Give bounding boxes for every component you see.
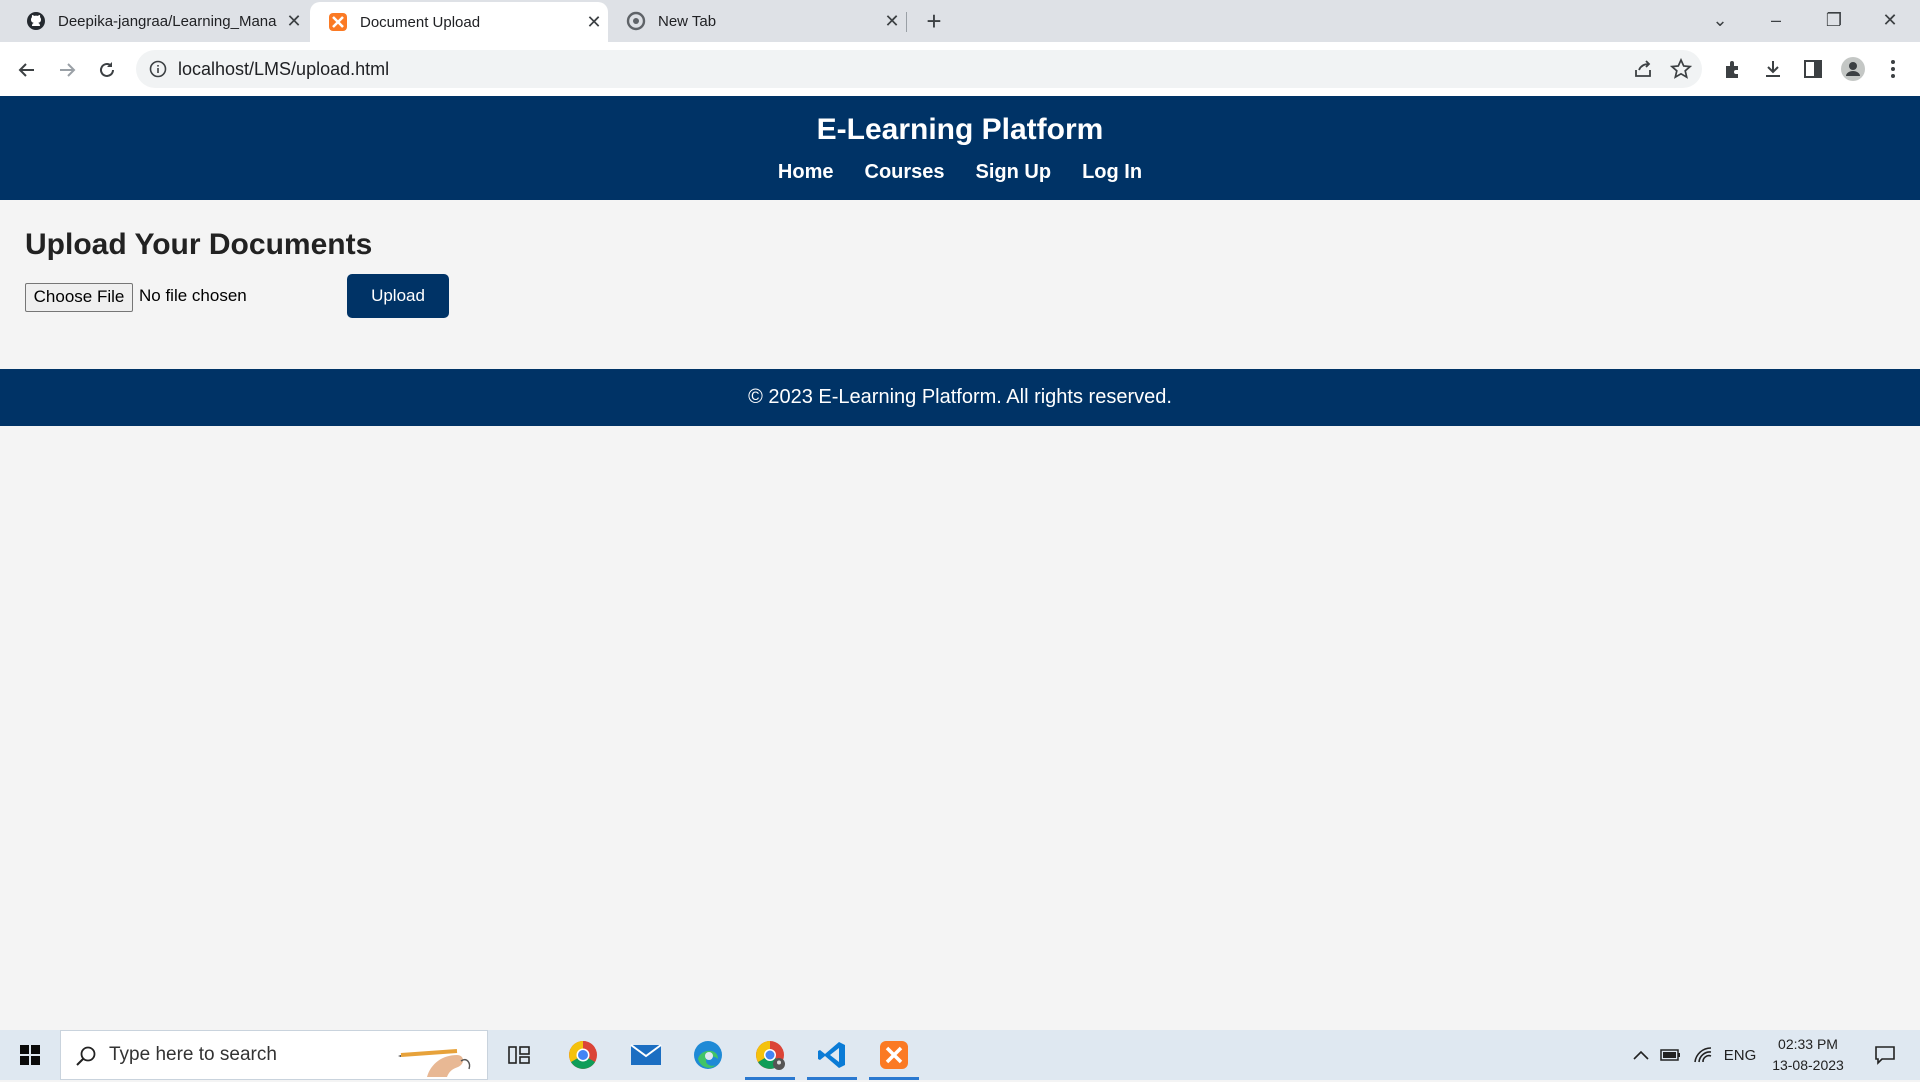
file-status-text: No file chosen <box>139 286 247 305</box>
address-bar[interactable]: localhost/LMS/upload.html <box>136 50 1702 88</box>
footer-text: © 2023 E-Learning Platform. All rights r… <box>748 386 1172 408</box>
wifi-icon[interactable] <box>1690 1030 1716 1080</box>
page-heading: Upload Your Documents <box>25 228 373 261</box>
tab-github[interactable]: Deepika-jangraa/Learning_Mana ✕ <box>8 0 308 42</box>
reload-icon[interactable] <box>91 54 123 86</box>
upload-section: Upload Your Documents Choose File No fil… <box>25 228 449 318</box>
nav-login-link[interactable]: Log In <box>1082 161 1142 184</box>
site-title: E-Learning Platform <box>816 113 1104 146</box>
close-tab-icon[interactable]: ✕ <box>580 12 608 33</box>
vscode-icon[interactable] <box>803 1030 861 1080</box>
mail-icon[interactable] <box>617 1030 675 1080</box>
edge-icon[interactable] <box>679 1030 737 1080</box>
site-nav: Home Courses Sign Up Log In <box>0 161 1920 184</box>
taskbar-search-box[interactable]: Type here to search <box>60 1030 488 1080</box>
share-icon[interactable] <box>1632 58 1654 80</box>
tab-document-upload[interactable]: Document Upload ✕ <box>310 2 608 42</box>
upload-form: Choose File No file chosen Upload <box>25 274 625 320</box>
back-icon[interactable] <box>11 54 43 86</box>
clock-time: 02:33 PM <box>1778 1036 1838 1052</box>
close-tab-icon[interactable]: ✕ <box>878 11 906 32</box>
windows-start-icon[interactable] <box>0 1030 60 1080</box>
tab-separator <box>906 12 907 32</box>
tab-new-tab[interactable]: New Tab ✕ <box>608 0 906 42</box>
clock-date: 13-08-2023 <box>1772 1057 1844 1073</box>
task-view-icon[interactable] <box>490 1030 548 1080</box>
bookmark-star-icon[interactable] <box>1669 57 1693 80</box>
language-indicator[interactable]: ENG <box>1722 1030 1758 1080</box>
xampp-icon <box>328 12 348 32</box>
github-icon <box>26 11 46 31</box>
side-panel-icon[interactable] <box>1800 56 1826 82</box>
minimize-icon[interactable]: – <box>1748 0 1804 42</box>
browser-toolbar: localhost/LMS/upload.html <box>0 42 1920 97</box>
restore-icon[interactable]: ❐ <box>1806 0 1862 42</box>
nav-signup-link[interactable]: Sign Up <box>976 161 1052 184</box>
tab-title: Deepika-jangraa/Learning_Mana <box>58 12 277 30</box>
search-highlight-pencil-icon <box>397 1035 481 1077</box>
url-text: localhost/LMS/upload.html <box>178 59 390 79</box>
tab-title: New Tab <box>658 12 717 30</box>
site-footer: © 2023 E-Learning Platform. All rights r… <box>0 369 1920 426</box>
close-tab-icon[interactable]: ✕ <box>280 11 308 32</box>
battery-icon[interactable] <box>1658 1030 1684 1080</box>
show-hidden-icons-icon[interactable] <box>1628 1030 1654 1080</box>
menu-dots-icon[interactable] <box>1880 56 1906 82</box>
close-window-icon[interactable]: ✕ <box>1862 0 1918 42</box>
taskbar-clock[interactable]: 02:33 PM 13-08-2023 <box>1760 1034 1856 1076</box>
search-icon <box>75 1045 97 1072</box>
upload-button[interactable]: Upload <box>347 274 449 318</box>
extensions-icon[interactable] <box>1720 56 1746 82</box>
taskbar: Type here to search ENG 02:33 PM 13-08-2… <box>0 1030 1920 1080</box>
download-icon[interactable] <box>1760 56 1786 82</box>
search-placeholder: Type here to search <box>109 1044 277 1065</box>
xampp-taskbar-icon[interactable] <box>865 1030 923 1080</box>
nav-courses-link[interactable]: Courses <box>865 161 945 184</box>
browser-tab-strip: Deepika-jangraa/Learning_Mana ✕ Document… <box>0 0 1920 42</box>
tab-search-icon[interactable]: ⌄ <box>1692 0 1748 42</box>
site-info-icon[interactable] <box>148 59 168 79</box>
site-header: E-Learning Platform Home Courses Sign Up… <box>0 96 1920 200</box>
forward-icon[interactable] <box>51 54 83 86</box>
chrome-taskbar-icon[interactable] <box>554 1030 612 1080</box>
chrome-icon <box>626 11 646 31</box>
tab-title: Document Upload <box>360 13 481 31</box>
choose-file-button[interactable]: Choose File <box>25 283 133 312</box>
chrome-profile-icon[interactable] <box>741 1030 799 1080</box>
nav-home-link[interactable]: Home <box>778 161 834 184</box>
profile-icon[interactable] <box>1840 56 1866 82</box>
notification-center-icon[interactable] <box>1864 1030 1906 1080</box>
new-tab-button[interactable]: + <box>918 6 950 36</box>
